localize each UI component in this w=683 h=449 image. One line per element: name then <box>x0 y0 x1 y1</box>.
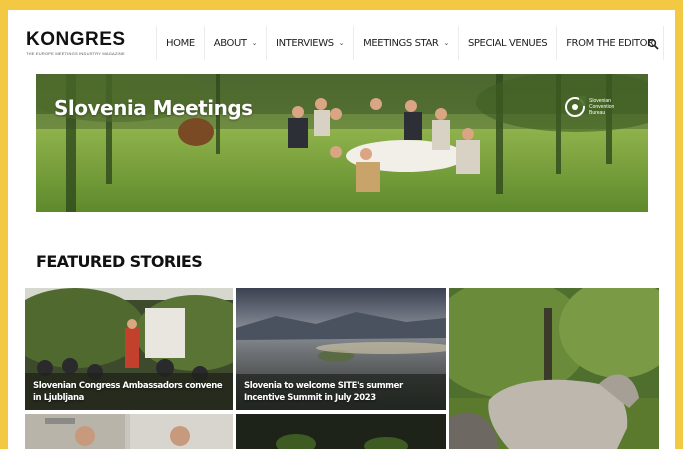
page: KONGRES THE EUROPE MEETINGS INDUSTRY MAG… <box>8 10 675 449</box>
main-nav: HOME ABOUT ⌄ INTERVIEWS ⌄ MEETINGS STAR … <box>156 26 664 60</box>
story-card-interview[interactable] <box>25 414 233 449</box>
logo-tagline: THE EUROPE MEETINGS INDUSTRY MAGAZINE <box>26 51 125 56</box>
site-logo[interactable]: KONGRES THE EUROPE MEETINGS INDUSTRY MAG… <box>26 29 126 57</box>
story-image <box>25 414 233 449</box>
nav-item-label: MEETINGS STAR <box>363 37 439 49</box>
story-card-dark[interactable] <box>236 414 446 449</box>
hero-banner[interactable]: Slovenia Meetings Slovenian Convention B… <box>36 74 648 212</box>
partner-logo-text: Slovenian Convention Bureau <box>589 98 615 116</box>
nav-item-label: FROM THE EDITOR <box>566 37 654 49</box>
story-caption: Slovenia to welcome SITE's summer Incent… <box>244 381 403 403</box>
search-icon[interactable] <box>647 38 659 50</box>
featured-stories-heading: FEATURED STORIES <box>36 252 203 271</box>
chevron-down-icon: ⌄ <box>338 39 345 47</box>
story-caption: Slovenian Congress Ambassadors convene i… <box>33 381 223 403</box>
nav-item-label: INTERVIEWS <box>276 37 334 49</box>
story-image <box>449 288 659 449</box>
nav-item-label: ABOUT <box>213 37 247 49</box>
hero-title: Slovenia Meetings <box>54 96 253 120</box>
partner-logo: Slovenian Convention Bureau <box>564 96 629 118</box>
nav-item-interviews[interactable]: INTERVIEWS ⌄ <box>266 26 353 60</box>
story-card-site-summit[interactable]: Slovenia to welcome SITE's summer Incent… <box>236 288 446 410</box>
nav-item-meetings-star[interactable]: MEETINGS STAR ⌄ <box>353 26 458 60</box>
story-image <box>236 414 446 449</box>
hero-image <box>36 74 648 212</box>
nav-item-about[interactable]: ABOUT ⌄ <box>203 26 266 60</box>
story-card-horses[interactable] <box>449 288 659 449</box>
nav-item-special-venues[interactable]: SPECIAL VENUES <box>457 26 556 60</box>
logo-title: KONGRES <box>26 29 126 50</box>
chevron-down-icon: ⌄ <box>251 39 258 47</box>
story-card-ambassadors[interactable]: Slovenian Congress Ambassadors convene i… <box>25 288 233 410</box>
nav-item-home[interactable]: HOME <box>156 26 204 60</box>
convention-bureau-logo-icon <box>565 96 586 117</box>
chevron-down-icon: ⌄ <box>443 39 449 47</box>
nav-item-label: HOME <box>166 37 195 49</box>
nav-item-label: SPECIAL VENUES <box>467 37 548 49</box>
site-header: KONGRES THE EUROPE MEETINGS INDUSTRY MAG… <box>8 10 675 74</box>
